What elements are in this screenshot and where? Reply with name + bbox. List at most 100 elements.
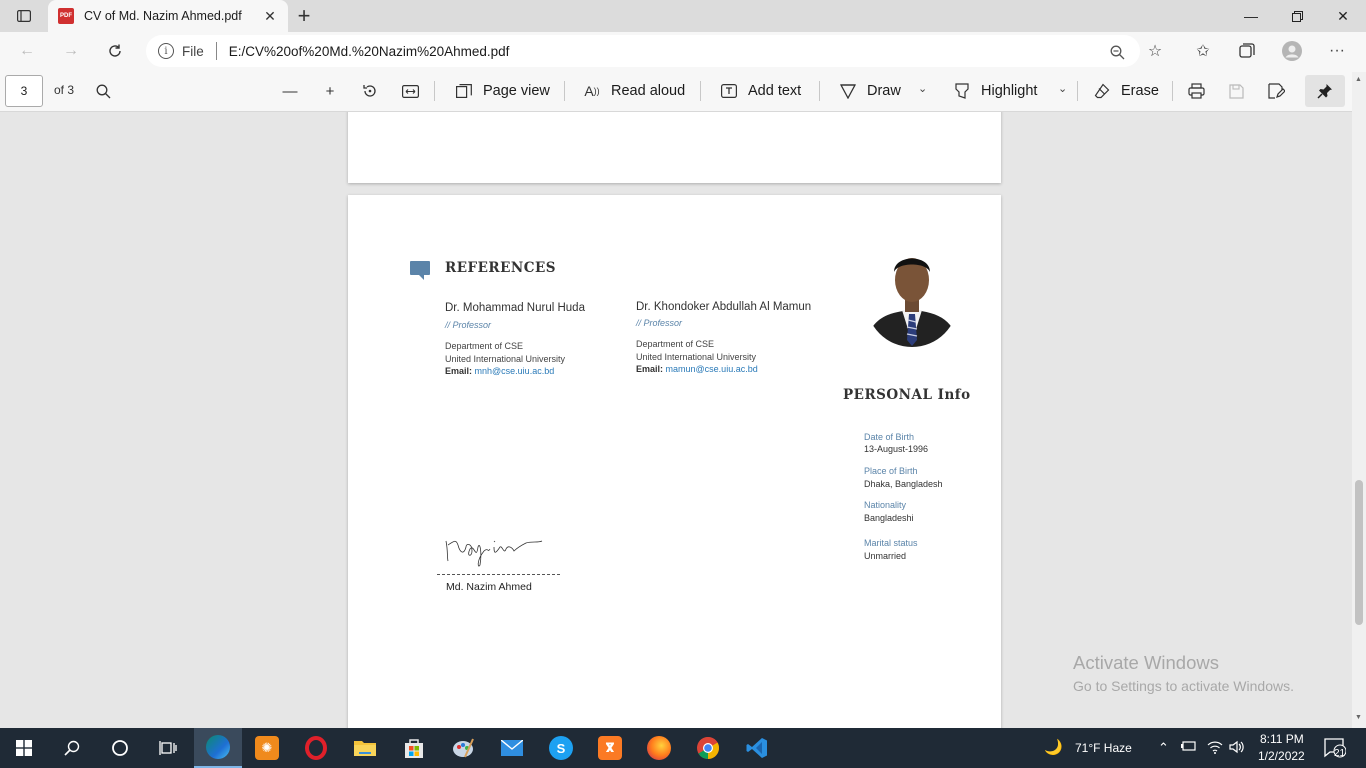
reference-2-university: United International University	[636, 352, 757, 362]
wifi-icon[interactable]	[1207, 740, 1223, 757]
windows-taskbar: ✺ S ⴳ 🌙 71°F Haze ⌃ 8:11 PM 1/2/2022 21	[0, 728, 1366, 768]
add-favorite-icon[interactable]: ☆	[1140, 36, 1170, 66]
chrome-icon[interactable]	[684, 728, 732, 768]
profile-photo	[866, 242, 958, 347]
reference-2-email-link[interactable]: mamun@cse.uiu.ac.bd	[666, 364, 758, 374]
draw-dropdown-chevron-icon[interactable]: ⌄	[918, 82, 927, 95]
draw-icon	[838, 81, 858, 101]
reference-2-role: // Professor	[636, 318, 683, 328]
clock-time[interactable]: 8:11 PM	[1260, 732, 1304, 746]
pdf-page-3: REFERENCES Dr. Mohammad Nurul Huda // Pr…	[348, 195, 1001, 728]
reference-1-role: // Professor	[445, 320, 492, 330]
url-text[interactable]: E:/CV%20of%20Md.%20Nazim%20Ahmed.pdf	[229, 44, 510, 59]
vertical-scrollbar[interactable]: ▲ ▼	[1352, 72, 1366, 728]
battery-icon[interactable]	[1181, 740, 1197, 755]
tab-actions-icon[interactable]	[8, 4, 40, 28]
speech-bubble-icon	[410, 261, 430, 280]
toolbar-separator	[434, 81, 435, 101]
mail-icon[interactable]	[488, 728, 536, 768]
back-arrow-icon[interactable]: ←	[12, 36, 42, 66]
show-hidden-icons-chevron-icon[interactable]: ⌃	[1158, 740, 1169, 756]
firefox-icon[interactable]	[635, 728, 683, 768]
read-aloud-icon: A))	[584, 83, 600, 99]
scrollbar-thumb[interactable]	[1355, 480, 1363, 625]
xampp-icon[interactable]: ⴳ	[586, 728, 634, 768]
add-text-button[interactable]: Add text	[719, 79, 801, 103]
info-icon[interactable]: i	[158, 43, 174, 59]
edge-browser-icon[interactable]	[194, 728, 242, 768]
tab-title: CV of Md. Nazim Ahmed.pdf	[84, 9, 242, 23]
uc-browser-icon[interactable]: ✺	[243, 728, 291, 768]
zoom-out-icon[interactable]: —	[279, 80, 301, 102]
settings-more-icon[interactable]: ···	[1322, 36, 1352, 66]
close-window-button[interactable]: ✕	[1320, 0, 1366, 32]
email-label: Email:	[636, 364, 664, 374]
rotate-icon[interactable]	[359, 80, 381, 102]
file-explorer-icon[interactable]	[341, 728, 389, 768]
pdf-toolbar: 3 of 3 — + Page view A)) Read aloud Add …	[0, 70, 1366, 112]
minimize-button[interactable]: —	[1228, 0, 1274, 32]
pdf-file-icon: PDF	[58, 8, 74, 24]
tab-pdf[interactable]: PDF CV of Md. Nazim Ahmed.pdf ✕	[48, 0, 288, 32]
paint-app-icon[interactable]	[439, 728, 487, 768]
personal-info-heading: PERSONAL Info	[843, 387, 971, 403]
zoom-icon[interactable]	[1108, 43, 1126, 61]
microsoft-store-icon[interactable]	[390, 728, 438, 768]
email-label: Email:	[445, 366, 473, 376]
erase-button[interactable]: Erase	[1092, 79, 1159, 103]
draw-label: Draw	[867, 83, 901, 99]
navigation-bar: ← → i File E:/CV%20of%20Md.%20Nazim%20Ah…	[0, 32, 1366, 70]
collections-icon[interactable]	[1232, 36, 1262, 66]
activate-windows-watermark: Activate Windows Go to Settings to activ…	[1073, 652, 1294, 694]
forward-arrow-icon[interactable]: →	[56, 36, 86, 66]
favorites-icon[interactable]: ✩	[1188, 36, 1218, 66]
nationality-value: Bangladeshi	[864, 513, 914, 523]
highlight-icon	[952, 81, 972, 101]
dob-label: Date of Birth	[864, 432, 915, 442]
zoom-in-icon[interactable]: +	[319, 80, 341, 102]
cortana-icon[interactable]	[96, 728, 144, 768]
pdf-page-previous	[348, 112, 1001, 183]
new-tab-button[interactable]: +	[292, 3, 316, 28]
page-view-button[interactable]: Page view	[454, 79, 550, 103]
read-aloud-button[interactable]: A)) Read aloud	[582, 79, 685, 103]
pin-toolbar-icon[interactable]	[1305, 75, 1345, 107]
skype-icon[interactable]: S	[537, 728, 585, 768]
refresh-icon[interactable]	[100, 36, 130, 66]
highlight-dropdown-chevron-icon[interactable]: ⌄	[1058, 82, 1067, 95]
reference-1-email-link[interactable]: mnh@cse.uiu.ac.bd	[475, 366, 555, 376]
fit-to-width-icon[interactable]	[399, 80, 421, 102]
scroll-up-icon[interactable]: ▲	[1355, 76, 1362, 83]
page-number-input[interactable]: 3	[5, 75, 43, 107]
address-separator	[215, 42, 217, 60]
restore-button[interactable]	[1274, 0, 1320, 32]
notification-count-badge: 21	[1334, 748, 1346, 759]
opera-icon[interactable]	[292, 728, 340, 768]
weather-icon[interactable]: 🌙	[1044, 738, 1063, 756]
scroll-down-icon[interactable]: ▼	[1355, 714, 1362, 721]
print-icon[interactable]	[1185, 80, 1207, 102]
search-icon[interactable]	[48, 728, 96, 768]
weather-text[interactable]: 71°F Haze	[1075, 741, 1132, 755]
volume-icon[interactable]	[1229, 740, 1245, 757]
pdf-viewer[interactable]: REFERENCES Dr. Mohammad Nurul Huda // Pr…	[0, 112, 1352, 728]
start-button[interactable]	[0, 728, 48, 768]
file-scheme-label: File	[182, 43, 204, 59]
save-as-icon[interactable]	[1265, 80, 1287, 102]
page-view-label: Page view	[483, 83, 550, 99]
highlight-button[interactable]: Highlight	[952, 79, 1037, 103]
task-view-icon[interactable]	[144, 728, 192, 768]
draw-button[interactable]: Draw	[838, 79, 901, 103]
clock-date[interactable]: 1/2/2022	[1258, 749, 1305, 763]
find-icon[interactable]	[92, 80, 114, 102]
profile-avatar[interactable]	[1277, 36, 1307, 66]
signature-name: Md. Nazim Ahmed	[446, 581, 532, 593]
nationality-label: Nationality	[864, 500, 907, 510]
reference-2-department: Department of CSE	[636, 339, 715, 349]
address-bar[interactable]: i File E:/CV%20of%20Md.%20Nazim%20Ahmed.…	[146, 35, 1140, 67]
reference-1-department: Department of CSE	[445, 341, 524, 351]
vscode-icon[interactable]	[733, 728, 781, 768]
reference-2-name: Dr. Khondoker Abdullah Al Mamun	[636, 301, 812, 313]
save-icon[interactable]	[1225, 80, 1247, 102]
tab-close-icon[interactable]: ✕	[262, 8, 278, 24]
